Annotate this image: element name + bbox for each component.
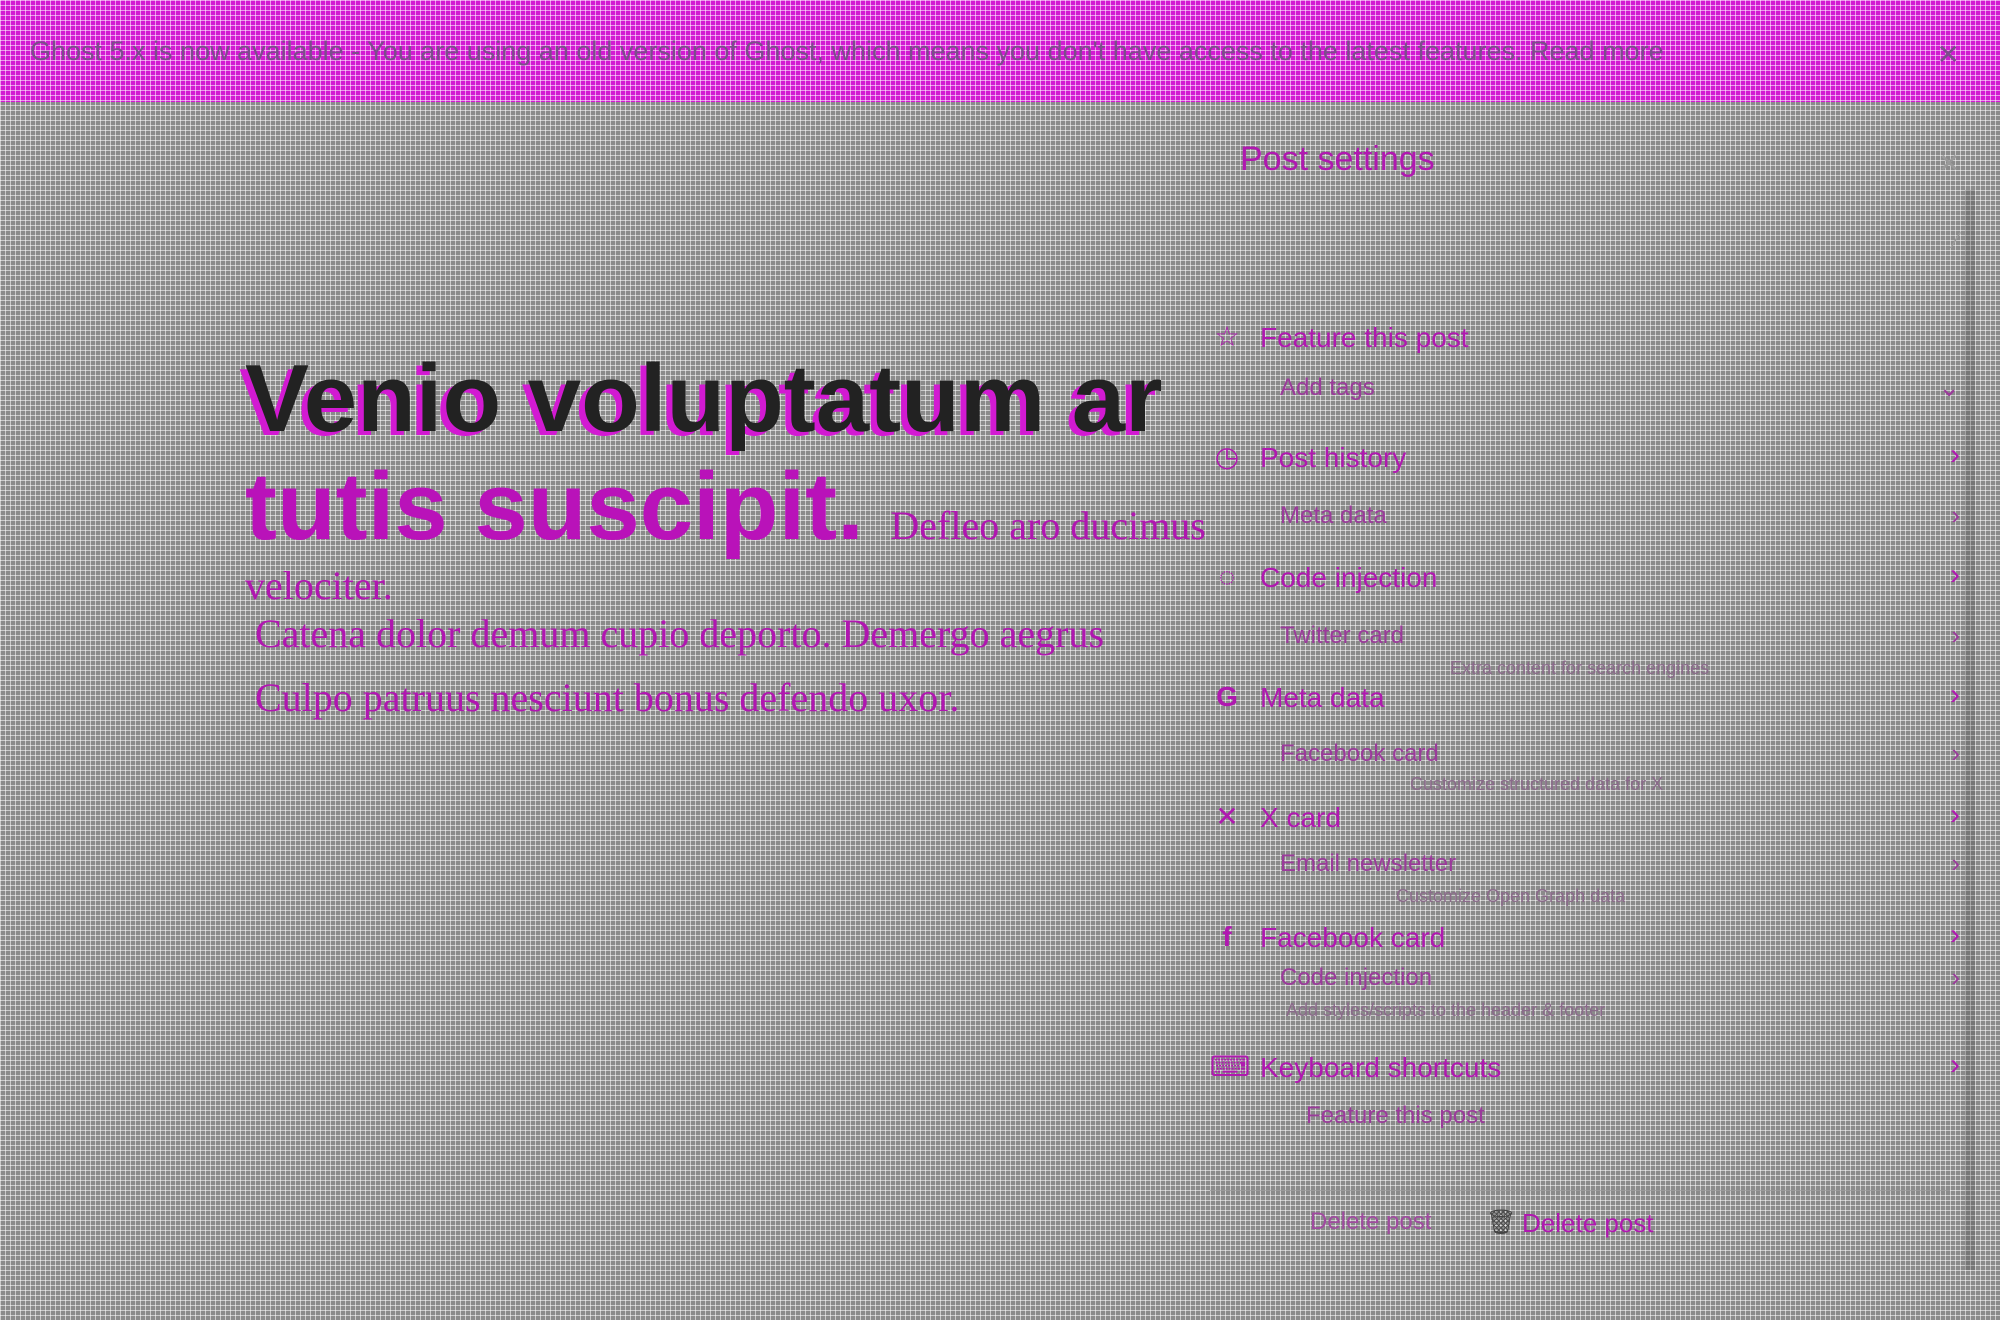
menu-item-facebook-card[interactable]: f Facebook card ›: [1210, 916, 1970, 960]
panel-divider: [1210, 1190, 1950, 1191]
menu-item-label: Code injection: [1260, 562, 1438, 593]
sub-item-label: Facebook card: [1280, 740, 1439, 767]
chevron-right-icon: ›: [1950, 678, 1960, 711]
sub-item-email-newsletter[interactable]: Email newsletter ›: [1280, 848, 1960, 882]
hint-text: Customize Open Graph data: [1396, 886, 1626, 906]
menu-item-code-injection[interactable]: ◌ Code injection ›: [1210, 556, 1970, 600]
hint-text: Add styles/scripts to the header & foote…: [1286, 1000, 1606, 1020]
sub-item-tags[interactable]: Add tags ⌄: [1280, 372, 1960, 406]
facebook-icon: f: [1222, 921, 1232, 952]
excerpt-inline: Defleo aro ducimus: [890, 503, 1206, 548]
trash-icon: 🗑: [1486, 1209, 1517, 1236]
delete-post-label: Delete post: [1522, 1208, 1654, 1238]
menu-item-label: Facebook card: [1260, 922, 1446, 953]
chevron-right-icon: ›: [1950, 918, 1960, 951]
chevron-right-icon: ›: [1950, 798, 1960, 831]
chevron-right-icon: ›: [1950, 558, 1960, 591]
menu-item-x-card[interactable]: ✕ X card ›: [1210, 796, 1970, 840]
excerpt-line-1: Catena dolor demum cupio deporto. Demerg…: [255, 611, 1105, 656]
delete-post-button[interactable]: Delete post 🗑 Delete post: [1310, 1204, 1950, 1244]
menu-item-label: Meta data: [1260, 682, 1385, 713]
chevron-right-icon: ›: [1951, 620, 1960, 650]
chevron-down-icon: ⌄: [1938, 372, 1960, 402]
close-icon[interactable]: ✕: [1937, 38, 1960, 71]
pin-icon[interactable]: ⁄: [1954, 228, 1958, 254]
chevron-right-icon: ›: [1951, 500, 1960, 530]
menu-item-keyboard-shortcuts[interactable]: ⌨ Keyboard shortcuts ›: [1210, 1046, 1970, 1090]
sub-item-facebook-card[interactable]: Facebook card ›: [1280, 738, 1960, 772]
post-title[interactable]: Venio voluptatum ar tutis suscipit. Defl…: [245, 345, 1206, 580]
chevron-right-icon: ›: [1951, 738, 1960, 768]
chevron-right-icon: ›: [1950, 438, 1960, 471]
x-icon: ✕: [1215, 801, 1239, 832]
keyboard-icon: ⌨: [1210, 1051, 1251, 1082]
post-title-line-2: tutis suscipit. Defleo aro ducimus: [245, 453, 1206, 580]
chevron-right-icon: ›: [1951, 962, 1960, 992]
post-excerpt[interactable]: velociter. Catena dolor demum cupio depo…: [245, 566, 1205, 724]
code-icon: ◌: [1218, 561, 1236, 592]
chevron-right-icon: ›: [1951, 848, 1960, 878]
google-icon: G: [1216, 681, 1238, 712]
menu-item-label: X card: [1260, 802, 1341, 833]
sub-item-feature[interactable]: Feature this post: [1306, 1100, 1986, 1134]
panel-title: Post settings: [1240, 140, 1435, 178]
sub-item-label: Twitter card: [1280, 622, 1405, 649]
hint-text: Extra content for search engines: [1450, 658, 1710, 678]
excerpt-line-2: Culpo patruus nesciunt bonus defendo uxo…: [255, 675, 960, 720]
sub-item-label: Email newsletter: [1280, 850, 1457, 877]
sub-item-label: Add tags: [1280, 374, 1375, 401]
delete-post-ghost-label: Delete post: [1310, 1208, 1432, 1235]
update-banner-text: Ghost 5.x is now available - You are usi…: [30, 36, 1664, 66]
clock-icon: ◷: [1214, 441, 1240, 472]
post-title-line-2-text: tutis suscipit.: [245, 453, 864, 560]
update-banner: Ghost 5.x is now available - You are usi…: [0, 0, 2000, 102]
close-icon[interactable]: ✕: [1938, 148, 1960, 179]
panel-scrollbar[interactable]: [1965, 190, 1975, 1270]
post-title-line-1: Venio voluptatum ar: [245, 345, 1163, 452]
sub-item-label: Code injection: [1280, 964, 1433, 991]
post-settings-panel: Post settings ✕ ⁄ ☆ Feature this post ◷ …: [1210, 110, 2000, 1320]
menu-item-feature[interactable]: ☆ Feature this post: [1210, 316, 1970, 360]
menu-item-label: Post history: [1260, 442, 1407, 473]
post-editor[interactable]: Venio voluptatum ar tutis suscipit. Defl…: [245, 345, 1206, 724]
menu-item-post-history[interactable]: ◷ Post history ›: [1210, 436, 1970, 480]
sub-item-meta-data[interactable]: Meta data ›: [1280, 500, 1960, 534]
sub-item-label: Feature this post: [1306, 1102, 1485, 1129]
menu-item-label: Keyboard shortcuts: [1260, 1052, 1502, 1083]
hint-text: Customize structured data for X: [1410, 774, 1664, 794]
menu-item-meta-data[interactable]: G Meta data ›: [1210, 676, 1970, 720]
chevron-right-icon: ›: [1950, 1048, 1960, 1081]
sub-item-code-injection[interactable]: Code injection ›: [1280, 962, 1960, 996]
sub-item-label: Meta data: [1280, 502, 1387, 529]
sub-item-twitter-card[interactable]: Twitter card ›: [1280, 620, 1960, 654]
menu-item-label: Feature this post: [1260, 322, 1469, 353]
star-icon: ☆: [1214, 321, 1240, 352]
